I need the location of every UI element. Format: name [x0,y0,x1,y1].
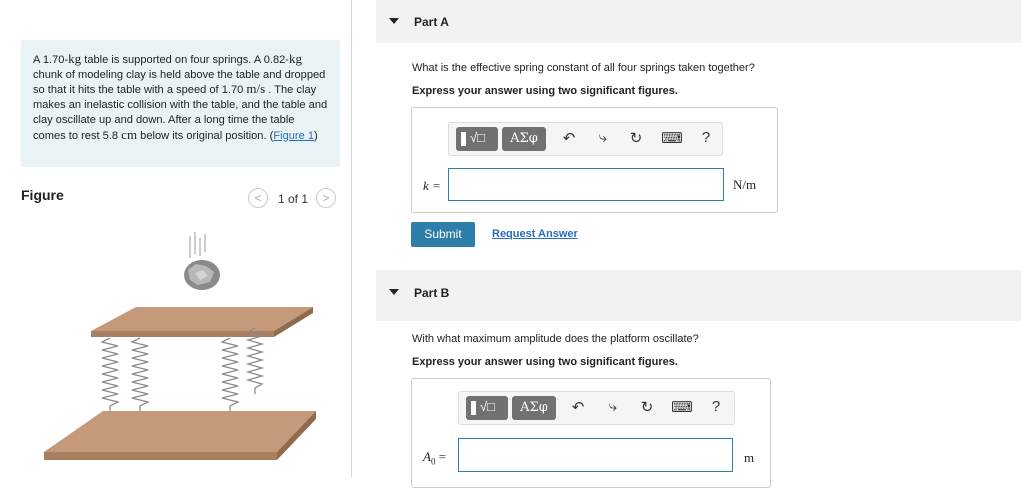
problem-unit: kg [68,51,82,66]
problem-unit: kg [289,51,302,66]
part-b-instruction: Express your answer using two significan… [412,356,678,368]
problem-unit: m/s [246,81,266,97]
redo-icon[interactable]: ⤷ [595,129,611,146]
keyboard-icon[interactable]: ⌨ [661,129,683,147]
part-a-answer-input[interactable] [448,168,724,201]
collapse-caret-icon[interactable] [389,289,399,295]
reset-icon[interactable]: ↻ [639,398,655,416]
springs [100,327,265,416]
templates-button[interactable]: √□ [466,396,508,420]
undo-icon[interactable]: ↶ [561,129,577,147]
part-b-answer-input[interactable] [458,438,733,472]
submit-button[interactable]: Submit [411,222,475,247]
help-icon[interactable]: ? [699,129,713,146]
collapse-caret-icon[interactable] [389,18,399,24]
problem-text: ) [314,129,318,142]
greek-symbols-button[interactable]: ΑΣφ [512,396,556,420]
figure-title: Figure [21,187,64,203]
figure-illustration [44,232,316,460]
problem-text: table is supported on four springs. A 0.… [81,54,289,66]
figure-link[interactable]: Figure 1 [273,130,314,142]
cursor-icon [461,132,466,146]
part-a-title: Part A [414,15,449,29]
part-b-variable: A0 = [423,449,447,467]
greek-symbols-button[interactable]: ΑΣφ [502,127,546,151]
part-a-question: What is the effective spring constant of… [412,62,755,74]
part-b-question: With what maximum amplitude does the pla… [412,333,699,345]
cursor-icon [471,401,476,415]
clay-chunk [184,260,220,290]
sqrt-template-icon: √□ [470,130,485,145]
panel-divider [351,0,352,477]
undo-icon[interactable]: ↶ [570,398,586,416]
part-a-instruction: Express your answer using two significan… [412,85,678,97]
problem-statement: A 1.70-kg table is supported on four spr… [21,40,340,167]
templates-button[interactable]: √□ [456,127,498,151]
part-b-header[interactable] [376,270,1021,321]
keyboard-icon[interactable]: ⌨ [671,398,693,416]
next-figure-button[interactable]: > [316,188,336,208]
sqrt-template-icon: √□ [480,399,495,414]
problem-unit: cm [121,126,138,142]
part-b-title: Part B [414,286,450,300]
part-a-header[interactable] [376,0,1021,43]
prev-figure-button[interactable]: < [248,188,268,208]
help-icon[interactable]: ? [709,398,723,415]
request-answer-link[interactable]: Request Answer [492,228,578,240]
part-a-variable: k = [423,178,441,193]
figure-pager: 1 of 1 [278,192,309,206]
redo-icon[interactable]: ⤷ [605,398,621,415]
problem-text: A 1.70- [33,54,69,66]
part-a-unit: N/m [733,177,757,192]
part-b-unit: m [744,450,755,465]
reset-icon[interactable]: ↻ [628,129,644,147]
problem-text: below its original position. ( [137,129,274,142]
